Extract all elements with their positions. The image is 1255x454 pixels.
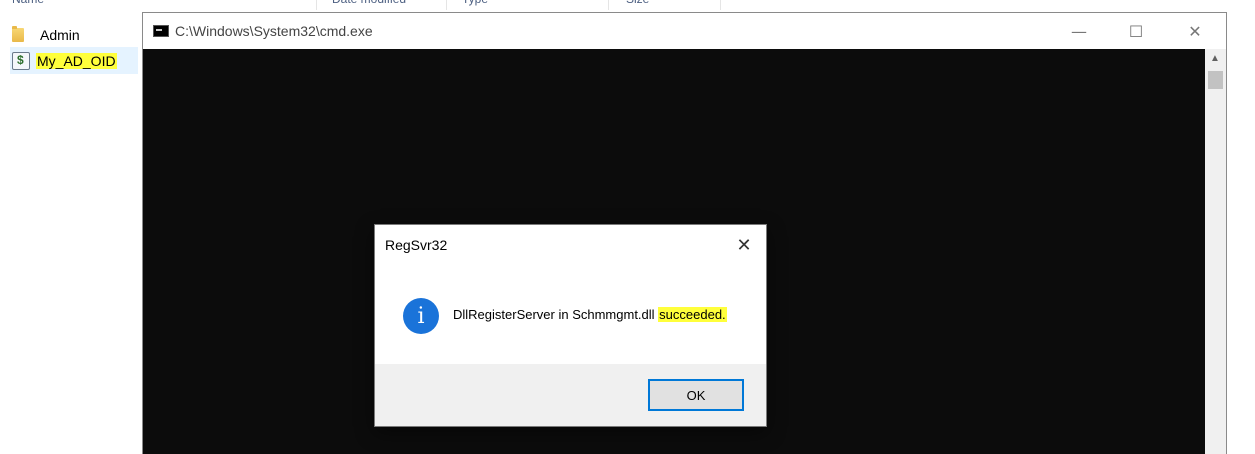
minimize-icon[interactable]: — xyxy=(1056,13,1102,49)
message-text: DllRegisterServer in Schmmgmt.dll xyxy=(453,307,659,322)
vertical-scrollbar[interactable]: ▲ xyxy=(1205,49,1226,454)
regsvr32-dialog[interactable]: RegSvr32 ✕ i DllRegisterServer in Schmmg… xyxy=(374,224,767,427)
console-icon xyxy=(153,25,169,37)
scroll-thumb[interactable] xyxy=(1208,71,1223,89)
close-icon[interactable]: ✕ xyxy=(730,231,758,259)
column-separator xyxy=(316,0,317,10)
column-separator xyxy=(608,0,609,10)
script-file-icon xyxy=(12,52,30,70)
file-row-my-ad-oid[interactable]: My_AD_OID xyxy=(12,49,117,73)
maximize-icon[interactable]: ☐ xyxy=(1113,13,1159,49)
folder-icon xyxy=(12,26,24,42)
cmd-window-title: C:\Windows\System32\cmd.exe xyxy=(175,23,373,39)
close-icon[interactable]: ✕ xyxy=(1172,13,1218,49)
file-name: Admin xyxy=(40,27,80,43)
file-name: My_AD_OID xyxy=(36,53,117,69)
ok-button[interactable]: OK xyxy=(648,379,744,411)
dialog-footer: OK xyxy=(375,364,766,426)
dialog-message: DllRegisterServer in Schmmgmt.dll succee… xyxy=(453,307,727,322)
column-header-size[interactable]: Size xyxy=(626,0,649,8)
message-highlight: succeeded. xyxy=(658,307,727,322)
dialog-title: RegSvr32 xyxy=(385,237,448,253)
column-separator xyxy=(720,0,721,10)
cmd-titlebar[interactable]: C:\Windows\System32\cmd.exe — ☐ ✕ xyxy=(143,13,1226,49)
column-header-name[interactable]: Name xyxy=(12,0,44,8)
column-header-date-modified[interactable]: Date modified xyxy=(332,0,406,8)
column-header-type[interactable]: Type xyxy=(462,0,488,8)
scroll-up-arrow-icon[interactable]: ▲ xyxy=(1210,53,1220,64)
file-row-admin[interactable]: Admin xyxy=(12,23,80,47)
info-icon: i xyxy=(403,298,439,334)
column-separator xyxy=(446,0,447,10)
